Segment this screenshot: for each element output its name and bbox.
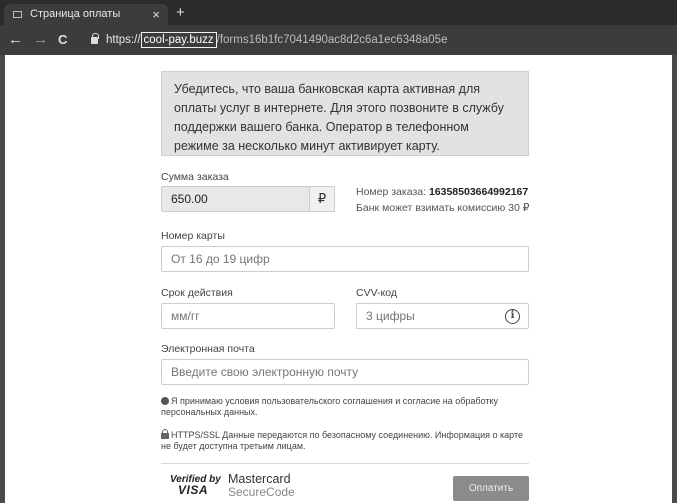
browser-tab[interactable]: Страница оплаты ×	[4, 4, 168, 25]
new-tab-icon[interactable]: +	[176, 3, 185, 22]
tab-title: Страница оплаты	[30, 8, 121, 20]
info-icon[interactable]: i	[505, 309, 520, 324]
cvv-input[interactable]	[356, 303, 529, 329]
back-arrow-icon[interactable]: ←	[8, 30, 23, 50]
order-number: Номер заказа: 16358503664992167	[356, 185, 528, 199]
expiry-input[interactable]	[161, 303, 335, 329]
email-input[interactable]	[161, 359, 529, 385]
url-path: /forms16b1fc7041490ac8d2c6a1ec6348a05e	[216, 34, 448, 46]
email-label: Электронная почта	[161, 343, 255, 355]
window-frame-right	[672, 55, 677, 503]
card-number-input[interactable]	[161, 246, 529, 272]
amount-label: Сумма заказа	[161, 171, 229, 183]
padlock-icon	[161, 429, 169, 439]
commission-note: Банк может взимать комиссию 30 ₽	[356, 202, 530, 214]
url-host: cool-pay.buzz	[140, 32, 217, 48]
order-number-label: Номер заказа:	[356, 186, 427, 198]
expiry-label: Срок действия	[161, 287, 233, 299]
lock-icon	[91, 33, 99, 44]
tab-close-icon[interactable]: ×	[152, 4, 160, 25]
securecode-text: SecureCode	[228, 485, 295, 499]
pay-button[interactable]: Оплатить	[453, 476, 529, 501]
address-bar[interactable]: https://cool-pay.buzz/forms16b1fc7041490…	[106, 32, 448, 48]
currency-ruble: ₽	[309, 186, 335, 212]
visa-text: VISA	[178, 483, 209, 497]
agreement-text[interactable]: Я принимаю условия пользовательского сог…	[161, 396, 531, 418]
card-number-label: Номер карты	[161, 230, 225, 242]
browser-toolbar: ← → C https://cool-pay.buzz/forms16b1fc7…	[0, 25, 677, 55]
agreement-check-icon[interactable]	[161, 397, 169, 405]
mastercard-securecode-logo: Mastercard SecureCode	[228, 473, 295, 499]
url-scheme: https://	[106, 34, 141, 46]
amount-field: 650.00	[161, 186, 310, 212]
reload-icon[interactable]: C	[58, 30, 67, 50]
agreement-label: Я принимаю условия пользовательского сог…	[161, 396, 499, 417]
footer-divider	[161, 463, 529, 464]
cvv-label: CVV-код	[356, 287, 397, 299]
ssl-note: HTTPS/SSL Данные передаются по безопасно…	[161, 429, 531, 452]
window-frame-left	[0, 55, 5, 503]
mastercard-text: Mastercard	[228, 472, 291, 486]
browser-tab-bar: Страница оплаты × +	[0, 0, 677, 25]
page-favicon-icon	[13, 11, 22, 18]
order-number-value: 16358503664992167	[428, 186, 529, 198]
card-activation-notice: Убедитесь, что ваша банковская карта акт…	[161, 71, 529, 156]
forward-arrow-icon[interactable]: →	[33, 30, 48, 50]
ssl-note-text: HTTPS/SSL Данные передаются по безопасно…	[161, 430, 524, 451]
verified-by-visa-logo: Verified by VISA	[170, 474, 221, 496]
